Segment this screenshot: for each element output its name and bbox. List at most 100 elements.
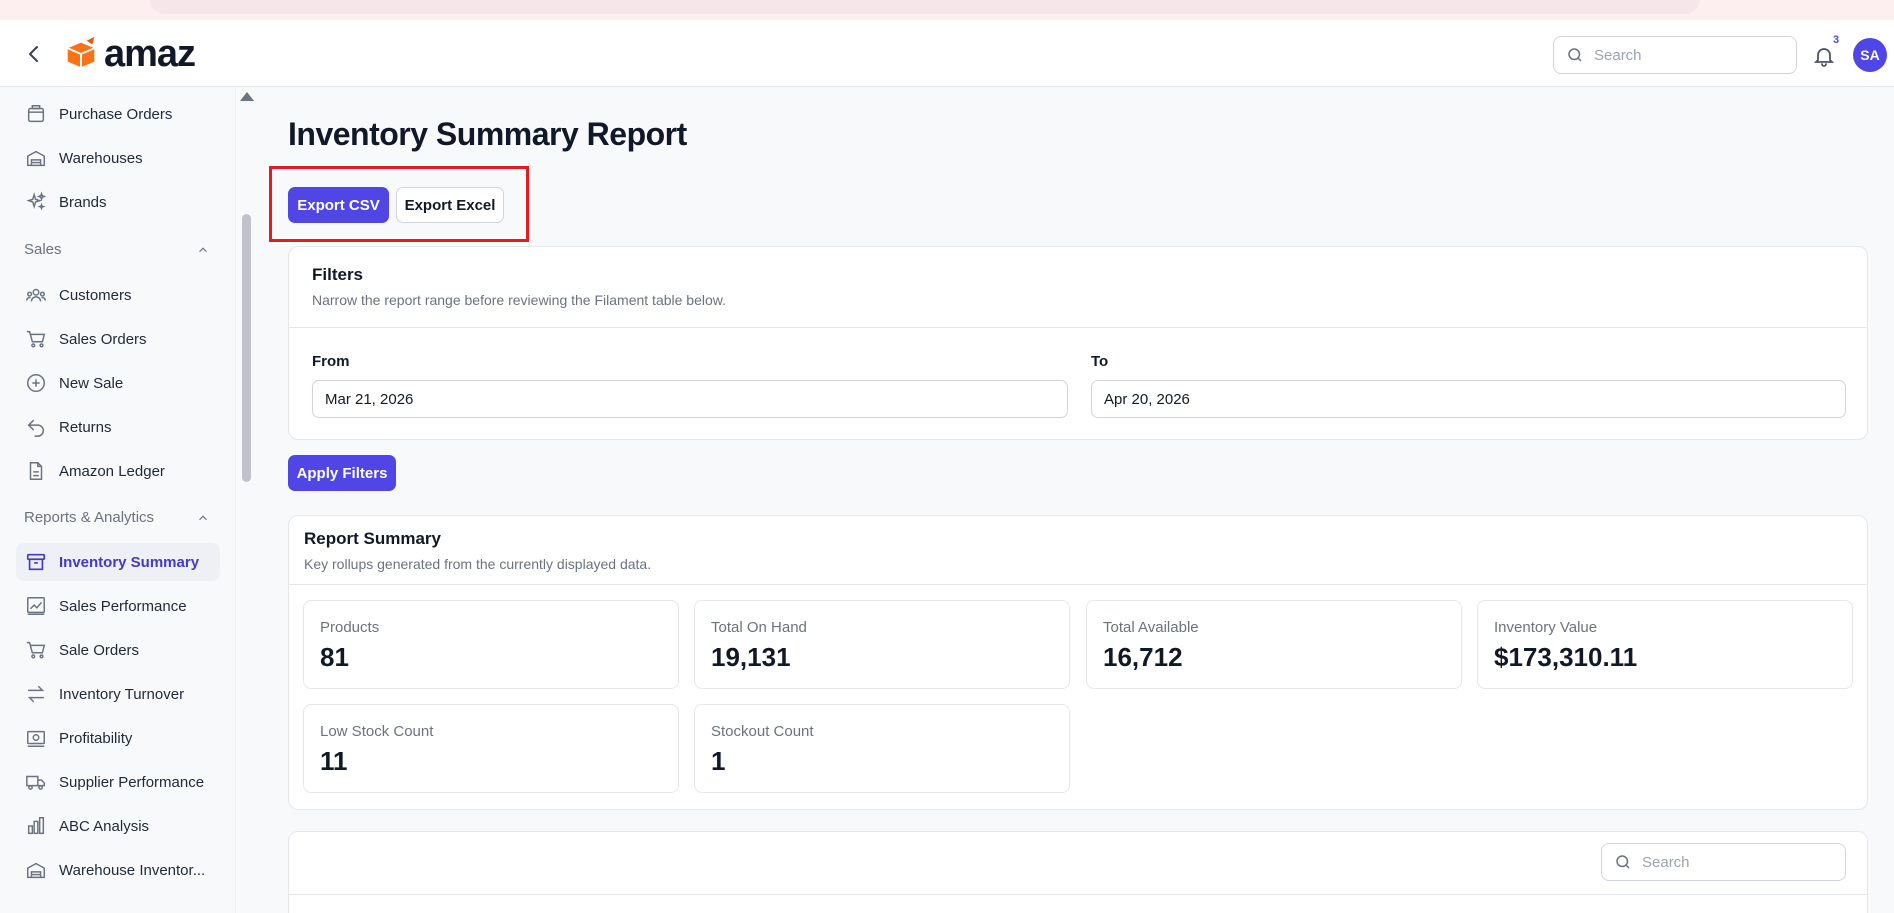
sidebar-group-label: Sales: [24, 241, 62, 258]
sidebar-item-warehouse-inventory[interactable]: Warehouse Inventor...: [16, 851, 220, 889]
sidebar-item-label: Profitability: [59, 729, 133, 747]
user-avatar[interactable]: SA: [1853, 38, 1887, 72]
stat-label: Total Available: [1103, 619, 1199, 636]
sidebar-item-supplier-performance[interactable]: Supplier Performance: [16, 763, 220, 801]
from-label: From: [312, 353, 350, 370]
stat-card-inventory-value: Inventory Value $173,310.11: [1477, 600, 1853, 689]
warehouse-icon: [27, 862, 45, 879]
export-csv-button[interactable]: Export CSV: [288, 187, 389, 223]
sidebar-item-label: Sale Orders: [59, 641, 140, 659]
sidebar-item-label: Purchase Orders: [59, 105, 173, 123]
sidebar-item-purchase-orders[interactable]: Purchase Orders: [16, 95, 220, 133]
sidebar-item-label: Returns: [59, 418, 112, 436]
sidebar-item-sales-performance[interactable]: Sales Performance: [16, 587, 220, 625]
sidebar-item-sales-orders[interactable]: Sales Orders: [16, 320, 220, 358]
bell-icon[interactable]: [1812, 44, 1836, 68]
sidebar-item-label: Amazon Ledger: [59, 462, 165, 480]
sparkles-icon: [26, 191, 47, 211]
archive-box-icon: [26, 553, 46, 571]
global-search[interactable]: [1553, 36, 1797, 74]
cart-icon: [26, 330, 46, 348]
stat-card-total-on-hand: Total On Hand 19,131: [694, 600, 1070, 689]
return-arrow-icon: [27, 419, 44, 437]
sidebar-item-label: Brands: [59, 193, 107, 211]
sidebar-item-label: Inventory Summary: [59, 553, 200, 571]
sidebar-item-label: Inventory Turnover: [59, 685, 185, 703]
search-icon: [1568, 48, 1582, 62]
table-search-input[interactable]: [1642, 853, 1822, 871]
sidebar-item-new-sale[interactable]: New Sale: [16, 364, 220, 402]
cash-icon: [27, 730, 45, 747]
plus-circle-icon: [27, 374, 45, 392]
users-icon: [26, 288, 46, 302]
sidebar-item-brands[interactable]: Brands: [16, 183, 220, 221]
sidebar-item-label: Supplier Performance: [59, 773, 205, 791]
stat-label: Products: [320, 619, 380, 636]
stat-card-low-stock-count: Low Stock Count 11: [303, 704, 679, 793]
stat-value: 16,712: [1103, 642, 1183, 672]
stat-card-products: Products 81: [303, 600, 679, 689]
stat-value: 81: [320, 642, 349, 672]
logo-text: amaz: [104, 33, 196, 75]
truck-icon: [26, 775, 45, 790]
sidebar-group-sales[interactable]: Sales: [24, 241, 210, 258]
stat-label: Low Stock Count: [320, 723, 434, 740]
sidebar-item-label: New Sale: [59, 374, 124, 392]
stat-label: Stockout Count: [711, 723, 814, 740]
sidebar-group-reports[interactable]: Reports & Analytics: [24, 509, 210, 526]
filters-card: Filters Narrow the report range before r…: [288, 246, 1868, 440]
sidebar-item-label: Sales Performance: [59, 597, 187, 615]
to-date-input[interactable]: [1091, 380, 1846, 418]
filters-description: Narrow the report range before reviewing…: [312, 292, 726, 308]
summary-description: Key rollups generated from the currently…: [304, 556, 652, 572]
browser-url-bar[interactable]: [150, 0, 1700, 14]
stat-label: Inventory Value: [1494, 619, 1598, 636]
arrows-exchange-icon: [27, 685, 45, 703]
app-logo[interactable]: amaz: [62, 33, 196, 75]
divider: [289, 584, 1867, 585]
top-bar: amaz 3 SA: [0, 20, 1894, 87]
sidebar-item-customers[interactable]: Customers: [16, 276, 220, 314]
sidebar-scrollbar-thumb[interactable]: [242, 214, 251, 482]
chevron-up-icon: [199, 246, 207, 252]
search-icon: [1616, 855, 1630, 869]
cart-icon: [26, 641, 46, 659]
sidebar-item-label: Customers: [59, 286, 132, 304]
warehouse-icon: [27, 150, 45, 167]
table-search[interactable]: [1601, 843, 1846, 881]
sidebar-item-returns[interactable]: Returns: [16, 408, 220, 446]
browser-address-strip: [0, 0, 1894, 20]
chevron-up-icon: [199, 514, 207, 520]
clipboard-icon: [27, 105, 45, 123]
sidebar-item-label: ABC Analysis: [59, 817, 150, 835]
stat-label: Total On Hand: [711, 619, 807, 636]
sidebar-item-profitability[interactable]: Profitability: [16, 719, 220, 757]
logo-box-icon: [67, 36, 95, 68]
stat-card-stockout-count: Stockout Count 1: [694, 704, 1070, 793]
sidebar-item-inventory-summary[interactable]: Inventory Summary: [16, 543, 220, 581]
sidebar-item-warehouses[interactable]: Warehouses: [16, 139, 220, 177]
sidebar-item-abc-analysis[interactable]: ABC Analysis: [16, 807, 220, 845]
filters-title: Filters: [312, 265, 364, 284]
sidebar-item-amazon-ledger[interactable]: Amazon Ledger: [16, 452, 220, 490]
summary-title: Report Summary: [304, 529, 441, 548]
global-search-input[interactable]: [1594, 46, 1774, 64]
sidebar-item-label: Warehouse Inventor...: [59, 861, 206, 879]
stat-value: 19,131: [711, 642, 791, 672]
sidebar-group-label: Reports & Analytics: [24, 509, 155, 526]
scroll-up-arrow[interactable]: [240, 92, 254, 101]
to-label: To: [1091, 353, 1109, 370]
bar-chart-icon: [27, 817, 45, 835]
apply-filters-button[interactable]: Apply Filters: [288, 455, 396, 491]
page-title: Inventory Summary Report: [288, 116, 687, 152]
stat-value: 11: [320, 746, 348, 776]
sidebar-item-inventory-turnover[interactable]: Inventory Turnover: [16, 675, 220, 713]
sidebar-item-sale-orders[interactable]: Sale Orders: [16, 631, 220, 669]
notification-badge: 3: [1833, 34, 1840, 46]
export-excel-button[interactable]: Export Excel: [396, 187, 504, 223]
back-arrow-icon[interactable]: [22, 42, 46, 66]
stat-card-total-available: Total Available 16,712: [1086, 600, 1462, 689]
from-date-input[interactable]: [312, 380, 1068, 418]
divider: [289, 894, 1867, 895]
stat-value: 1: [711, 746, 726, 776]
